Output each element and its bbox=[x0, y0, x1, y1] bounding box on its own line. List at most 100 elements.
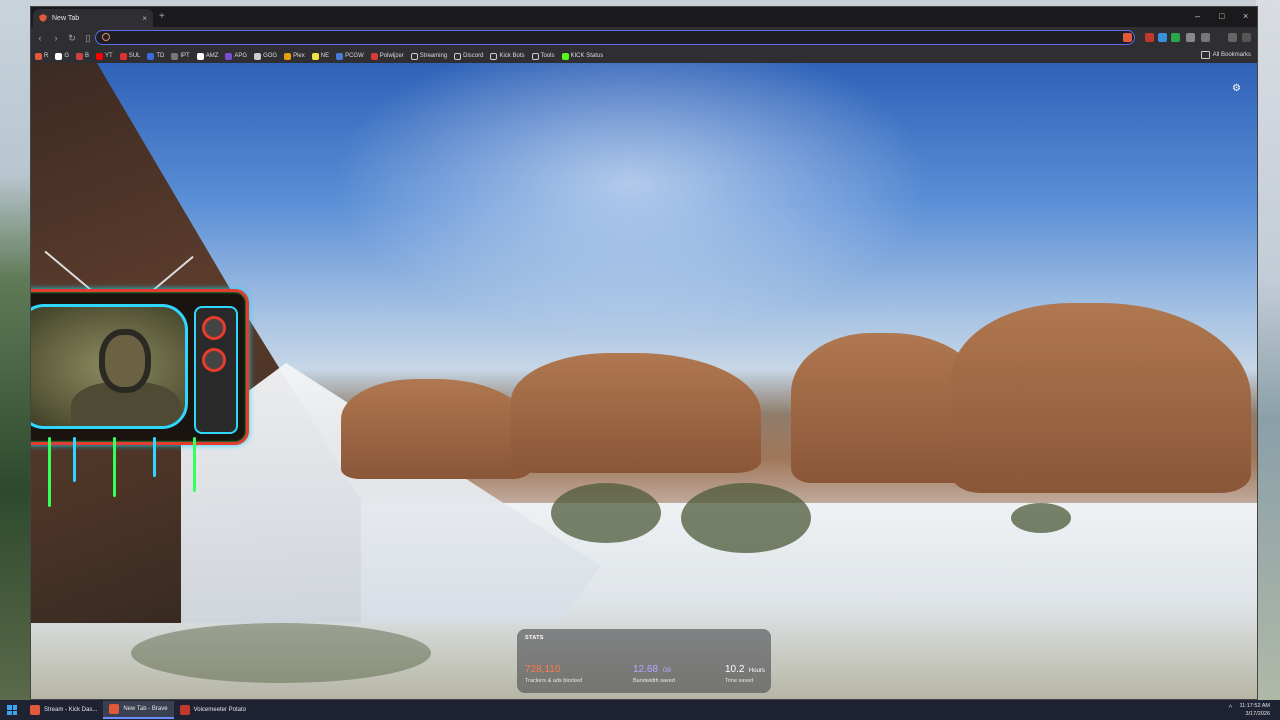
extension-icon-3[interactable] bbox=[1171, 33, 1180, 42]
menu-icon[interactable] bbox=[1242, 33, 1251, 42]
folder-icon bbox=[490, 52, 498, 60]
bookmark-item[interactable]: R bbox=[35, 52, 49, 60]
extension-icon-2[interactable] bbox=[1158, 33, 1167, 42]
desktop-background-right bbox=[1256, 0, 1280, 700]
bookmark-item[interactable]: KICK Status bbox=[561, 52, 604, 60]
time-value: 10.2 bbox=[725, 664, 745, 675]
minimize-button[interactable]: – bbox=[1195, 11, 1200, 21]
taskbar-item-label: New Tab - Brave bbox=[123, 706, 168, 712]
bookmark-item[interactable]: YT bbox=[96, 52, 113, 60]
bookmark-favicon-icon bbox=[55, 52, 63, 60]
bookmark-item[interactable]: NE bbox=[311, 52, 330, 60]
bookmark-label: Discord bbox=[463, 53, 484, 59]
windows-icon bbox=[7, 705, 17, 715]
bookmark-label: Streaming bbox=[419, 53, 448, 59]
bookmark-item[interactable]: SUL bbox=[119, 52, 141, 60]
tv-frame bbox=[31, 289, 249, 445]
bookmark-item[interactable]: GOG bbox=[254, 52, 278, 60]
bookmark-item[interactable]: IPT bbox=[171, 52, 190, 60]
bookmark-page-icon[interactable]: ▯ bbox=[81, 33, 95, 44]
back-icon[interactable]: ‹ bbox=[33, 33, 47, 43]
bookmark-favicon-icon bbox=[96, 52, 104, 60]
bookmark-item[interactable]: Plex bbox=[284, 52, 305, 60]
streamer-head bbox=[99, 329, 151, 393]
background-grass bbox=[131, 623, 431, 683]
bookmark-label: NE bbox=[320, 53, 330, 59]
close-window-button[interactable]: × bbox=[1243, 11, 1248, 21]
app-icon bbox=[30, 705, 40, 715]
leo-ai-icon[interactable] bbox=[1228, 33, 1237, 42]
bookmark-item[interactable]: PCGW bbox=[336, 52, 364, 60]
customize-gear-icon[interactable]: ⚙ bbox=[1232, 83, 1241, 94]
bookmark-label: APG bbox=[234, 53, 248, 59]
site-info-icon[interactable] bbox=[102, 33, 110, 41]
bookmark-favicon-icon bbox=[147, 52, 155, 60]
brave-shields-icon[interactable] bbox=[1123, 33, 1132, 42]
folder-icon bbox=[454, 52, 462, 60]
trackers-label: Trackers & ads blocked bbox=[525, 678, 583, 684]
bookmark-item[interactable]: G bbox=[55, 52, 69, 60]
extension-icon-1[interactable] bbox=[1145, 33, 1154, 42]
bookmark-label: B bbox=[85, 53, 90, 59]
stats-widget: STATS 728,110 Trackers & ads blocked 12.… bbox=[517, 629, 771, 693]
address-input[interactable] bbox=[114, 32, 1118, 45]
bookmark-label: KICK Status bbox=[570, 53, 604, 59]
bookmark-label: GOG bbox=[263, 53, 278, 59]
bandwidth-value: 12.68 bbox=[633, 664, 659, 675]
bookmark-item[interactable]: Polwijzer bbox=[370, 52, 404, 60]
reload-icon[interactable]: ↻ bbox=[65, 33, 79, 44]
background-clouds bbox=[281, 63, 981, 363]
bookmark-item[interactable]: APG bbox=[225, 52, 248, 60]
bookmark-item[interactable]: TD bbox=[147, 52, 165, 60]
taskbar-item[interactable]: Stream - Kick Das... bbox=[24, 701, 103, 719]
taskbar-item[interactable]: Voicemeeter Potato bbox=[174, 701, 252, 719]
taskbar-item[interactable]: New Tab - Brave bbox=[103, 701, 174, 719]
all-bookmarks-label: All Bookmarks bbox=[1212, 52, 1251, 58]
new-tab-page: ⚙ STATS 728,110 Trackers & ads blocked 1… bbox=[31, 63, 1257, 699]
webcam-overlay bbox=[31, 250, 249, 507]
tab-new-tab[interactable]: New Tab × bbox=[33, 9, 153, 27]
background-rock bbox=[511, 353, 761, 473]
forward-icon[interactable]: › bbox=[49, 33, 63, 43]
taskbar: Stream - Kick Das... New Tab - Brave Voice… bbox=[0, 700, 1280, 720]
bookmark-item[interactable]: Streaming bbox=[410, 52, 448, 60]
clock-date: 3/17/2026 bbox=[1245, 711, 1270, 717]
bookmark-item[interactable]: AMZ bbox=[196, 52, 219, 60]
paint-drip bbox=[153, 437, 156, 477]
bookmark-favicon-icon bbox=[370, 52, 378, 60]
extensions-puzzle-icon[interactable] bbox=[1186, 33, 1195, 42]
bookmark-item[interactable]: Discord bbox=[454, 52, 484, 60]
bookmark-label: YT bbox=[105, 53, 113, 59]
bookmark-label: SUL bbox=[128, 53, 141, 59]
system-clock[interactable]: 11:17:52 AM 3/17/2026 bbox=[1240, 702, 1270, 718]
bookmark-label: R bbox=[44, 53, 49, 59]
trackers-stat: 728,110 Trackers & ads blocked bbox=[525, 659, 582, 684]
bookmark-item[interactable]: Tools bbox=[531, 52, 555, 60]
tab-close-icon[interactable]: × bbox=[142, 14, 147, 23]
bookmark-label: TD bbox=[156, 53, 165, 59]
all-bookmarks-button[interactable]: All Bookmarks bbox=[1200, 51, 1251, 59]
bookmark-label: Kick Bots bbox=[499, 53, 525, 59]
tab-title: New Tab bbox=[52, 14, 80, 22]
new-tab-button[interactable]: + bbox=[159, 11, 165, 22]
bookmark-favicon-icon bbox=[284, 52, 292, 60]
bandwidth-label: Bandwidth saved bbox=[633, 678, 675, 684]
bookmark-item[interactable]: B bbox=[76, 52, 90, 60]
tv-knob bbox=[202, 348, 226, 372]
start-button[interactable] bbox=[0, 700, 24, 720]
maximize-button[interactable]: □ bbox=[1219, 11, 1224, 21]
address-bar[interactable] bbox=[95, 30, 1135, 45]
bookmark-item[interactable]: Kick Bots bbox=[490, 52, 525, 60]
bookmark-label: AMZ bbox=[205, 53, 219, 59]
background-rock bbox=[341, 379, 531, 479]
time-unit: Hours bbox=[748, 668, 765, 674]
tray-overflow-icon[interactable]: ^ bbox=[1229, 705, 1232, 712]
app-icon bbox=[179, 705, 190, 715]
trackers-value: 728,110 bbox=[525, 664, 561, 675]
sidebar-icon[interactable] bbox=[1201, 33, 1210, 42]
bookmark-favicon-icon bbox=[311, 52, 319, 60]
paint-drip bbox=[48, 437, 51, 507]
bookmark-label: IPT bbox=[180, 53, 190, 59]
background-shrub bbox=[1011, 503, 1071, 533]
bookmark-favicon-icon bbox=[561, 52, 569, 60]
